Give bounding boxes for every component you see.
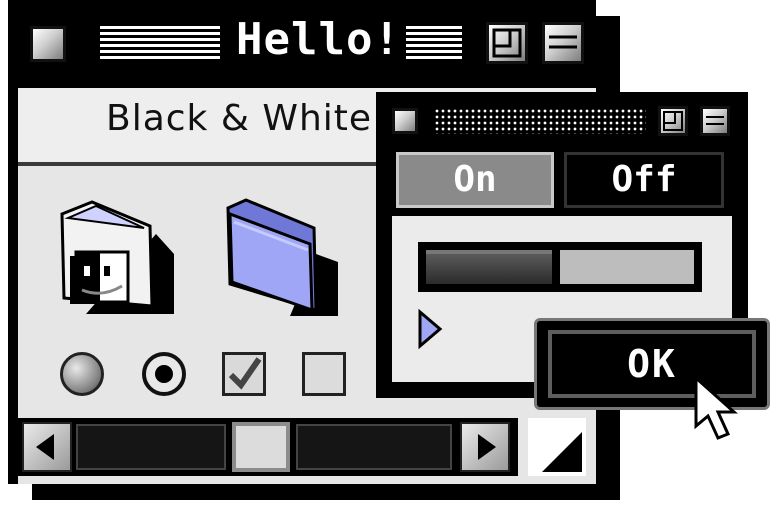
close-box-button[interactable] — [30, 26, 66, 62]
radio-button-unselected[interactable] — [60, 352, 104, 396]
collapse-box-button[interactable] — [542, 22, 584, 64]
left-arrow-icon — [36, 434, 54, 460]
folder-icon[interactable] — [220, 194, 350, 324]
toggle-off-button[interactable]: Off — [564, 152, 724, 208]
collapse-icon — [706, 116, 724, 125]
scroll-right-button[interactable] — [460, 422, 510, 472]
title-bar[interactable]: Hello! — [18, 8, 592, 72]
scroll-track-left[interactable] — [76, 424, 226, 470]
zoom-icon — [663, 111, 683, 131]
right-arrow-icon — [478, 434, 496, 460]
zoom-box-button[interactable] — [486, 22, 528, 64]
checkmark-icon — [228, 357, 262, 390]
dialog-collapse-box-button[interactable] — [700, 106, 730, 136]
horizontal-scrollbar[interactable] — [18, 418, 518, 476]
scroll-track-right[interactable] — [296, 424, 452, 470]
checkbox-checked[interactable] — [222, 352, 266, 396]
radio-selected-dot — [155, 365, 173, 383]
disclosure-triangle-icon[interactable] — [416, 308, 444, 350]
dialog-close-box-button[interactable] — [392, 108, 418, 134]
finder-folder-icon[interactable] — [56, 194, 186, 324]
title-bar-dither — [434, 108, 646, 134]
title-bar-stripes-right — [406, 26, 462, 62]
toggle-on-button[interactable]: On — [396, 152, 554, 208]
progress-bar-remaining — [560, 250, 694, 284]
scroll-thumb[interactable] — [232, 422, 290, 472]
collapse-icon — [549, 35, 577, 49]
scroll-left-button[interactable] — [22, 422, 72, 472]
resize-grow-box[interactable] — [528, 418, 586, 476]
resize-icon — [542, 432, 582, 472]
dialog-zoom-box-button[interactable] — [658, 106, 688, 136]
progress-bar-fill — [426, 250, 552, 284]
arrow-cursor-icon — [694, 374, 738, 440]
title-bar-stripes-left — [100, 26, 220, 62]
radio-button-selected[interactable] — [142, 352, 186, 396]
header-text: Black & White — [106, 98, 373, 139]
dialog-title-bar[interactable] — [382, 102, 736, 140]
zoom-icon — [492, 28, 522, 58]
window-title: Hello! — [236, 14, 401, 65]
progress-bar — [418, 242, 702, 292]
checkbox-unchecked[interactable] — [302, 352, 346, 396]
